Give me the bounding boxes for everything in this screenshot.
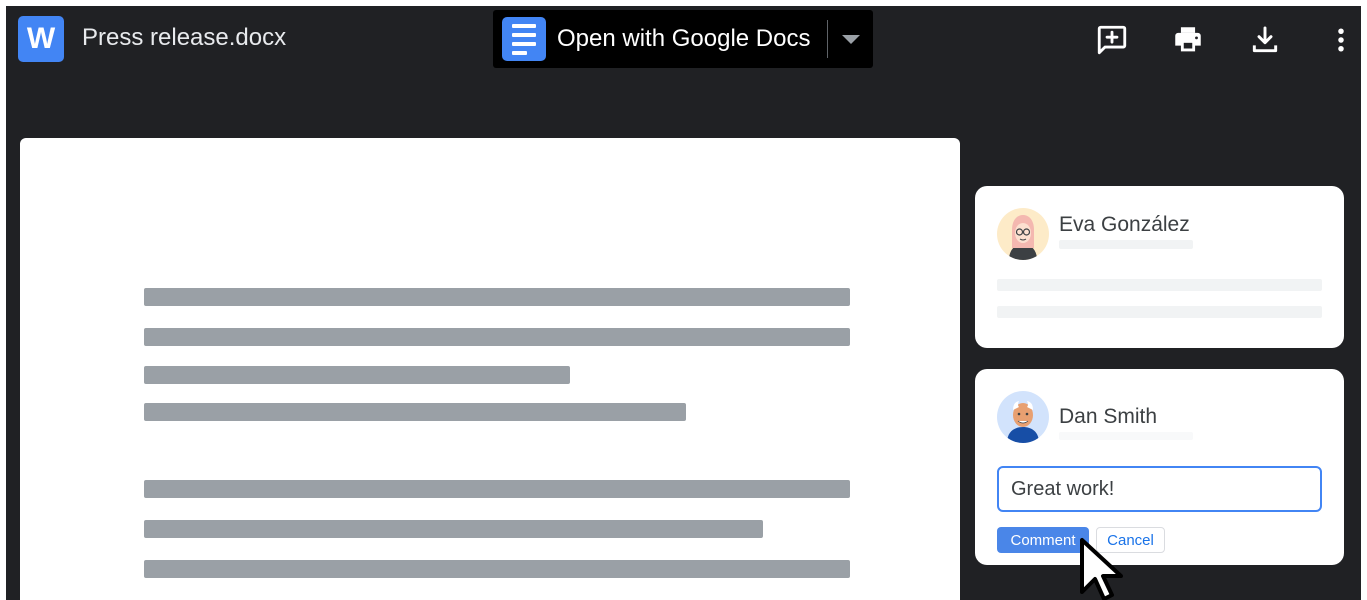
text-line-placeholder bbox=[144, 403, 686, 421]
text-line-placeholder bbox=[144, 480, 850, 498]
dan-avatar bbox=[997, 391, 1049, 443]
add-comment-icon[interactable] bbox=[1092, 20, 1132, 60]
word-file-icon: W bbox=[18, 16, 64, 62]
comment-input[interactable] bbox=[997, 466, 1322, 512]
open-with-divider bbox=[827, 20, 828, 58]
text-line-placeholder bbox=[144, 366, 570, 384]
text-line-placeholder bbox=[144, 288, 850, 306]
print-icon[interactable] bbox=[1168, 20, 1208, 60]
word-file-icon-letter: W bbox=[26, 22, 56, 55]
comment-card: Eva González bbox=[975, 186, 1344, 348]
comment-text-placeholder bbox=[997, 279, 1322, 291]
more-vert-icon[interactable] bbox=[1321, 20, 1361, 60]
comment-author: Dan Smith bbox=[1059, 405, 1158, 428]
viewer-window: W Press release.docx Open with Google Do… bbox=[6, 6, 1361, 600]
google-docs-icon bbox=[502, 17, 546, 61]
text-line-placeholder bbox=[144, 560, 850, 578]
timestamp-placeholder bbox=[1059, 432, 1193, 440]
document-page bbox=[20, 138, 960, 600]
comment-card: Dan Smith Comment Cancel bbox=[975, 369, 1344, 565]
comment-button[interactable]: Comment bbox=[997, 527, 1089, 553]
text-line-placeholder bbox=[144, 520, 763, 538]
download-icon[interactable] bbox=[1245, 20, 1285, 60]
timestamp-placeholder bbox=[1059, 240, 1193, 249]
comment-text-placeholder bbox=[997, 306, 1322, 318]
open-with-label: Open with Google Docs bbox=[557, 25, 811, 52]
file-title: Press release.docx bbox=[82, 24, 287, 51]
comment-author: Eva González bbox=[1059, 213, 1190, 236]
text-line-placeholder bbox=[144, 328, 850, 346]
mouse-cursor-icon bbox=[1080, 538, 1123, 600]
open-with-dropdown-icon[interactable] bbox=[842, 35, 860, 44]
open-with-google-docs-button[interactable]: Open with Google Docs bbox=[493, 10, 873, 68]
eva-avatar bbox=[997, 208, 1049, 260]
